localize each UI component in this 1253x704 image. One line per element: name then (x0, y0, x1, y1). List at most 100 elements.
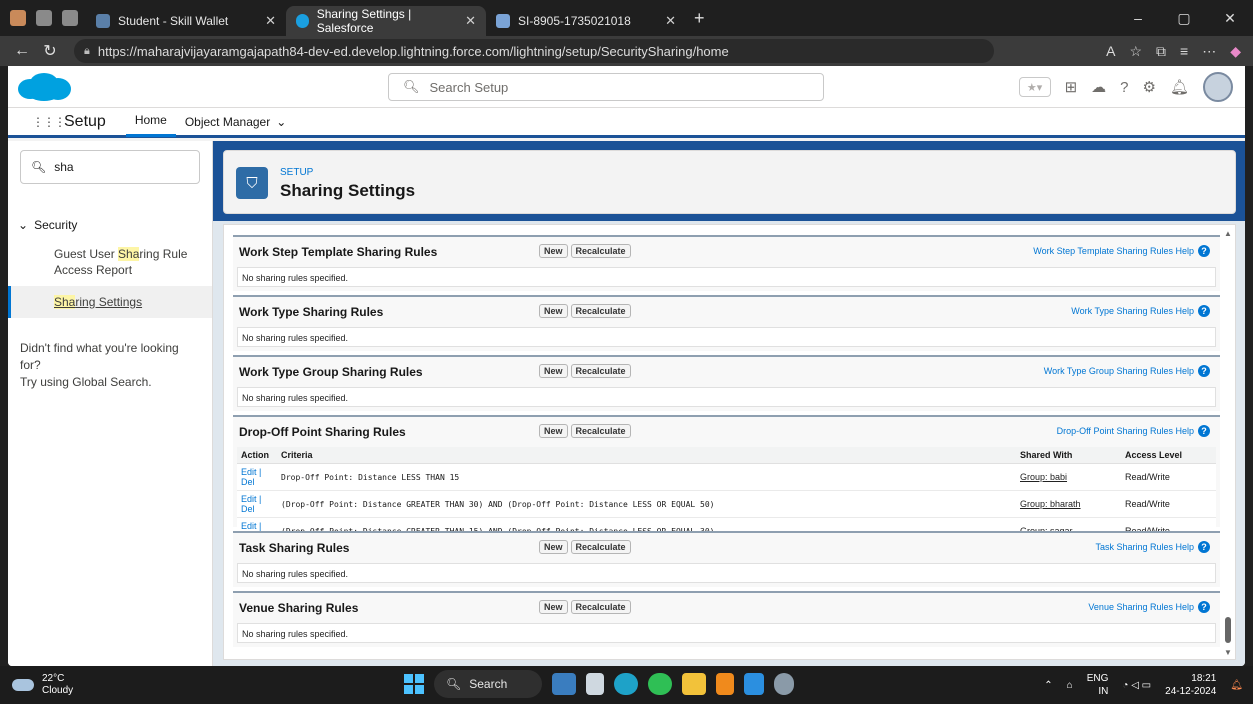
notifications-bell-icon[interactable]: 🔔︎ (1170, 78, 1189, 96)
recalculate-button[interactable]: Recalculate (570, 244, 631, 258)
wifi-volume-battery-icon[interactable]: ◔ ◁ ▭ (1122, 680, 1151, 691)
language-indicator[interactable]: ENG IN (1087, 672, 1109, 698)
section-help-link[interactable]: Work Type Sharing Rules Help? (1071, 305, 1210, 317)
content-scrollbar[interactable]: ▲ ▼ (1221, 225, 1235, 659)
chevron-down-icon[interactable]: ⌄ (276, 115, 286, 129)
section-work-step-template: Work Step Template Sharing Rules New Rec… (233, 235, 1220, 291)
new-button[interactable]: New (539, 540, 568, 554)
close-tab-icon[interactable]: ✕ (665, 13, 676, 29)
scroll-up-icon[interactable]: ▲ (1224, 229, 1232, 238)
section-help-link[interactable]: Drop-Off Point Sharing Rules Help? (1057, 425, 1210, 437)
global-actions-icon[interactable]: ⊞ (1065, 78, 1078, 96)
cloud-icon (12, 679, 34, 691)
edit-link[interactable]: Edit (241, 494, 257, 504)
file-explorer-icon[interactable] (682, 673, 706, 695)
new-tab-icon[interactable]: + (694, 8, 705, 29)
close-tab-icon[interactable]: ✕ (465, 13, 476, 29)
edit-link[interactable]: Edit (241, 521, 257, 531)
tab-skill-wallet[interactable]: Student - Skill Wallet ✕ (86, 6, 286, 36)
section-help-link[interactable]: Task Sharing Rules Help? (1095, 541, 1210, 553)
item-text: Guest User (54, 247, 119, 261)
edge-browser-icon[interactable] (614, 673, 638, 695)
delete-link[interactable]: Del (241, 504, 255, 514)
tree-group-security[interactable]: ⌄ Security (8, 218, 212, 232)
delete-link[interactable]: Del (241, 477, 255, 487)
recalculate-button[interactable]: Recalculate (570, 540, 631, 554)
trailhead-icon[interactable]: ☁ (1091, 78, 1106, 96)
clock[interactable]: 18:21 24-12-2024 (1165, 672, 1216, 698)
help-icon: ? (1198, 541, 1210, 553)
setup-gear-icon[interactable]: ⚙ (1143, 78, 1156, 96)
whatsapp-icon[interactable] (648, 673, 672, 695)
section-help-link[interactable]: Work Step Template Sharing Rules Help? (1033, 245, 1210, 257)
new-button[interactable]: New (539, 600, 568, 614)
global-search-hint: Didn't find what you're looking for? Try… (8, 318, 212, 413)
favorite-star-icon[interactable]: ☆ (1129, 43, 1142, 60)
sidebar-item-guest-user-sharing-report[interactable]: Guest User Sharing Rule Access Report (8, 238, 212, 286)
read-aloud-icon[interactable]: A (1106, 43, 1115, 59)
restore-icon[interactable]: ▢ (1161, 10, 1207, 27)
app-launcher-icon[interactable]: ⋮⋮⋮ (32, 116, 66, 128)
section-title: Task Sharing Rules (239, 541, 350, 555)
new-button[interactable]: New (539, 244, 568, 258)
scroll-down-icon[interactable]: ▼ (1224, 648, 1232, 657)
nav-tab-home[interactable]: Home (125, 107, 176, 137)
help-link-text: Work Type Group Sharing Rules Help (1043, 366, 1194, 376)
vlc-icon[interactable] (716, 673, 734, 695)
chevron-down-icon[interactable]: ⌄ (18, 218, 28, 232)
chevron-up-icon[interactable]: ⌃ (1044, 680, 1052, 691)
shared-with-link[interactable]: Group: babi (1020, 472, 1067, 482)
windows-start-icon[interactable] (404, 674, 424, 694)
new-button[interactable]: New (539, 304, 568, 318)
refresh-icon[interactable]: ↻ (36, 41, 64, 61)
global-header: 🔍︎ Search Setup ★▾ ⊞ ☁ ? ⚙ 🔔︎ (8, 66, 1245, 108)
nav-tab-object-manager[interactable]: Object Manager ⌄ (176, 107, 295, 137)
temperature: 22°C (42, 673, 65, 684)
favorites-icon[interactable]: ≡ (1180, 43, 1188, 59)
section-help-link[interactable]: Work Type Group Sharing Rules Help? (1044, 365, 1210, 377)
tab-actions-icon[interactable] (62, 10, 78, 26)
profile-icon[interactable] (10, 10, 26, 26)
help-icon: ? (1198, 365, 1210, 377)
recalculate-button[interactable]: Recalculate (570, 424, 631, 438)
more-icon[interactable]: ⋯ (1202, 43, 1216, 60)
recalculate-button[interactable]: Recalculate (570, 304, 631, 318)
back-icon[interactable]: ← (8, 42, 36, 60)
shared-with-link[interactable]: Group: bharath (1020, 499, 1081, 509)
sidebar-item-sharing-settings[interactable]: Sharing Settings (8, 286, 212, 318)
help-link-text: Drop-Off Point Sharing Rules Help (1056, 426, 1194, 436)
section-help-link[interactable]: Venue Sharing Rules Help? (1088, 601, 1210, 613)
tab-si-report[interactable]: SI-8905-1735021018 ✕ (486, 6, 686, 36)
scroll-thumb[interactable] (1225, 617, 1231, 643)
close-window-icon[interactable]: ✕ (1207, 10, 1253, 27)
user-avatar[interactable] (1203, 72, 1233, 102)
help-icon[interactable]: ? (1120, 79, 1128, 96)
url-field[interactable]: 🔒︎ https://maharajvijayaramgajapath84-de… (74, 39, 994, 63)
taskbar-search[interactable]: 🔍︎ Search (434, 670, 542, 698)
task-view-icon[interactable] (586, 673, 604, 695)
minimize-icon[interactable]: – (1115, 10, 1161, 26)
notification-bell-icon[interactable]: 🔔︎ (1230, 680, 1243, 691)
copilot-icon[interactable]: ◆ (1230, 43, 1241, 60)
salesforce-logo-icon[interactable] (14, 71, 74, 103)
edit-link[interactable]: Edit (241, 467, 257, 477)
recalculate-button[interactable]: Recalculate (570, 600, 631, 614)
photos-app-icon[interactable] (552, 673, 576, 695)
network-icon[interactable]: ⌂ (1067, 680, 1073, 691)
extensions-icon[interactable]: ⧉ (1156, 43, 1166, 60)
salesforce-favicon (296, 14, 309, 28)
new-button[interactable]: New (539, 364, 568, 378)
vscode-icon[interactable] (744, 673, 764, 695)
new-button[interactable]: New (539, 424, 568, 438)
settings-gear-icon[interactable] (774, 673, 794, 695)
nav-object-manager-label: Object Manager (184, 114, 271, 129)
recalculate-button[interactable]: Recalculate (570, 364, 631, 378)
favorites-star-icon[interactable]: ★▾ (1018, 77, 1051, 97)
weather-widget[interactable]: 22°C Cloudy (12, 673, 73, 697)
search-setup-input[interactable]: 🔍︎ Search Setup (388, 73, 824, 101)
help-link-text: Venue Sharing Rules Help (1088, 602, 1194, 612)
quick-find-input[interactable]: 🔍︎ sha (20, 150, 200, 184)
workspaces-icon[interactable] (36, 10, 52, 26)
tab-sharing-settings[interactable]: Sharing Settings | Salesforce ✕ (286, 6, 486, 36)
close-tab-icon[interactable]: ✕ (265, 13, 276, 29)
